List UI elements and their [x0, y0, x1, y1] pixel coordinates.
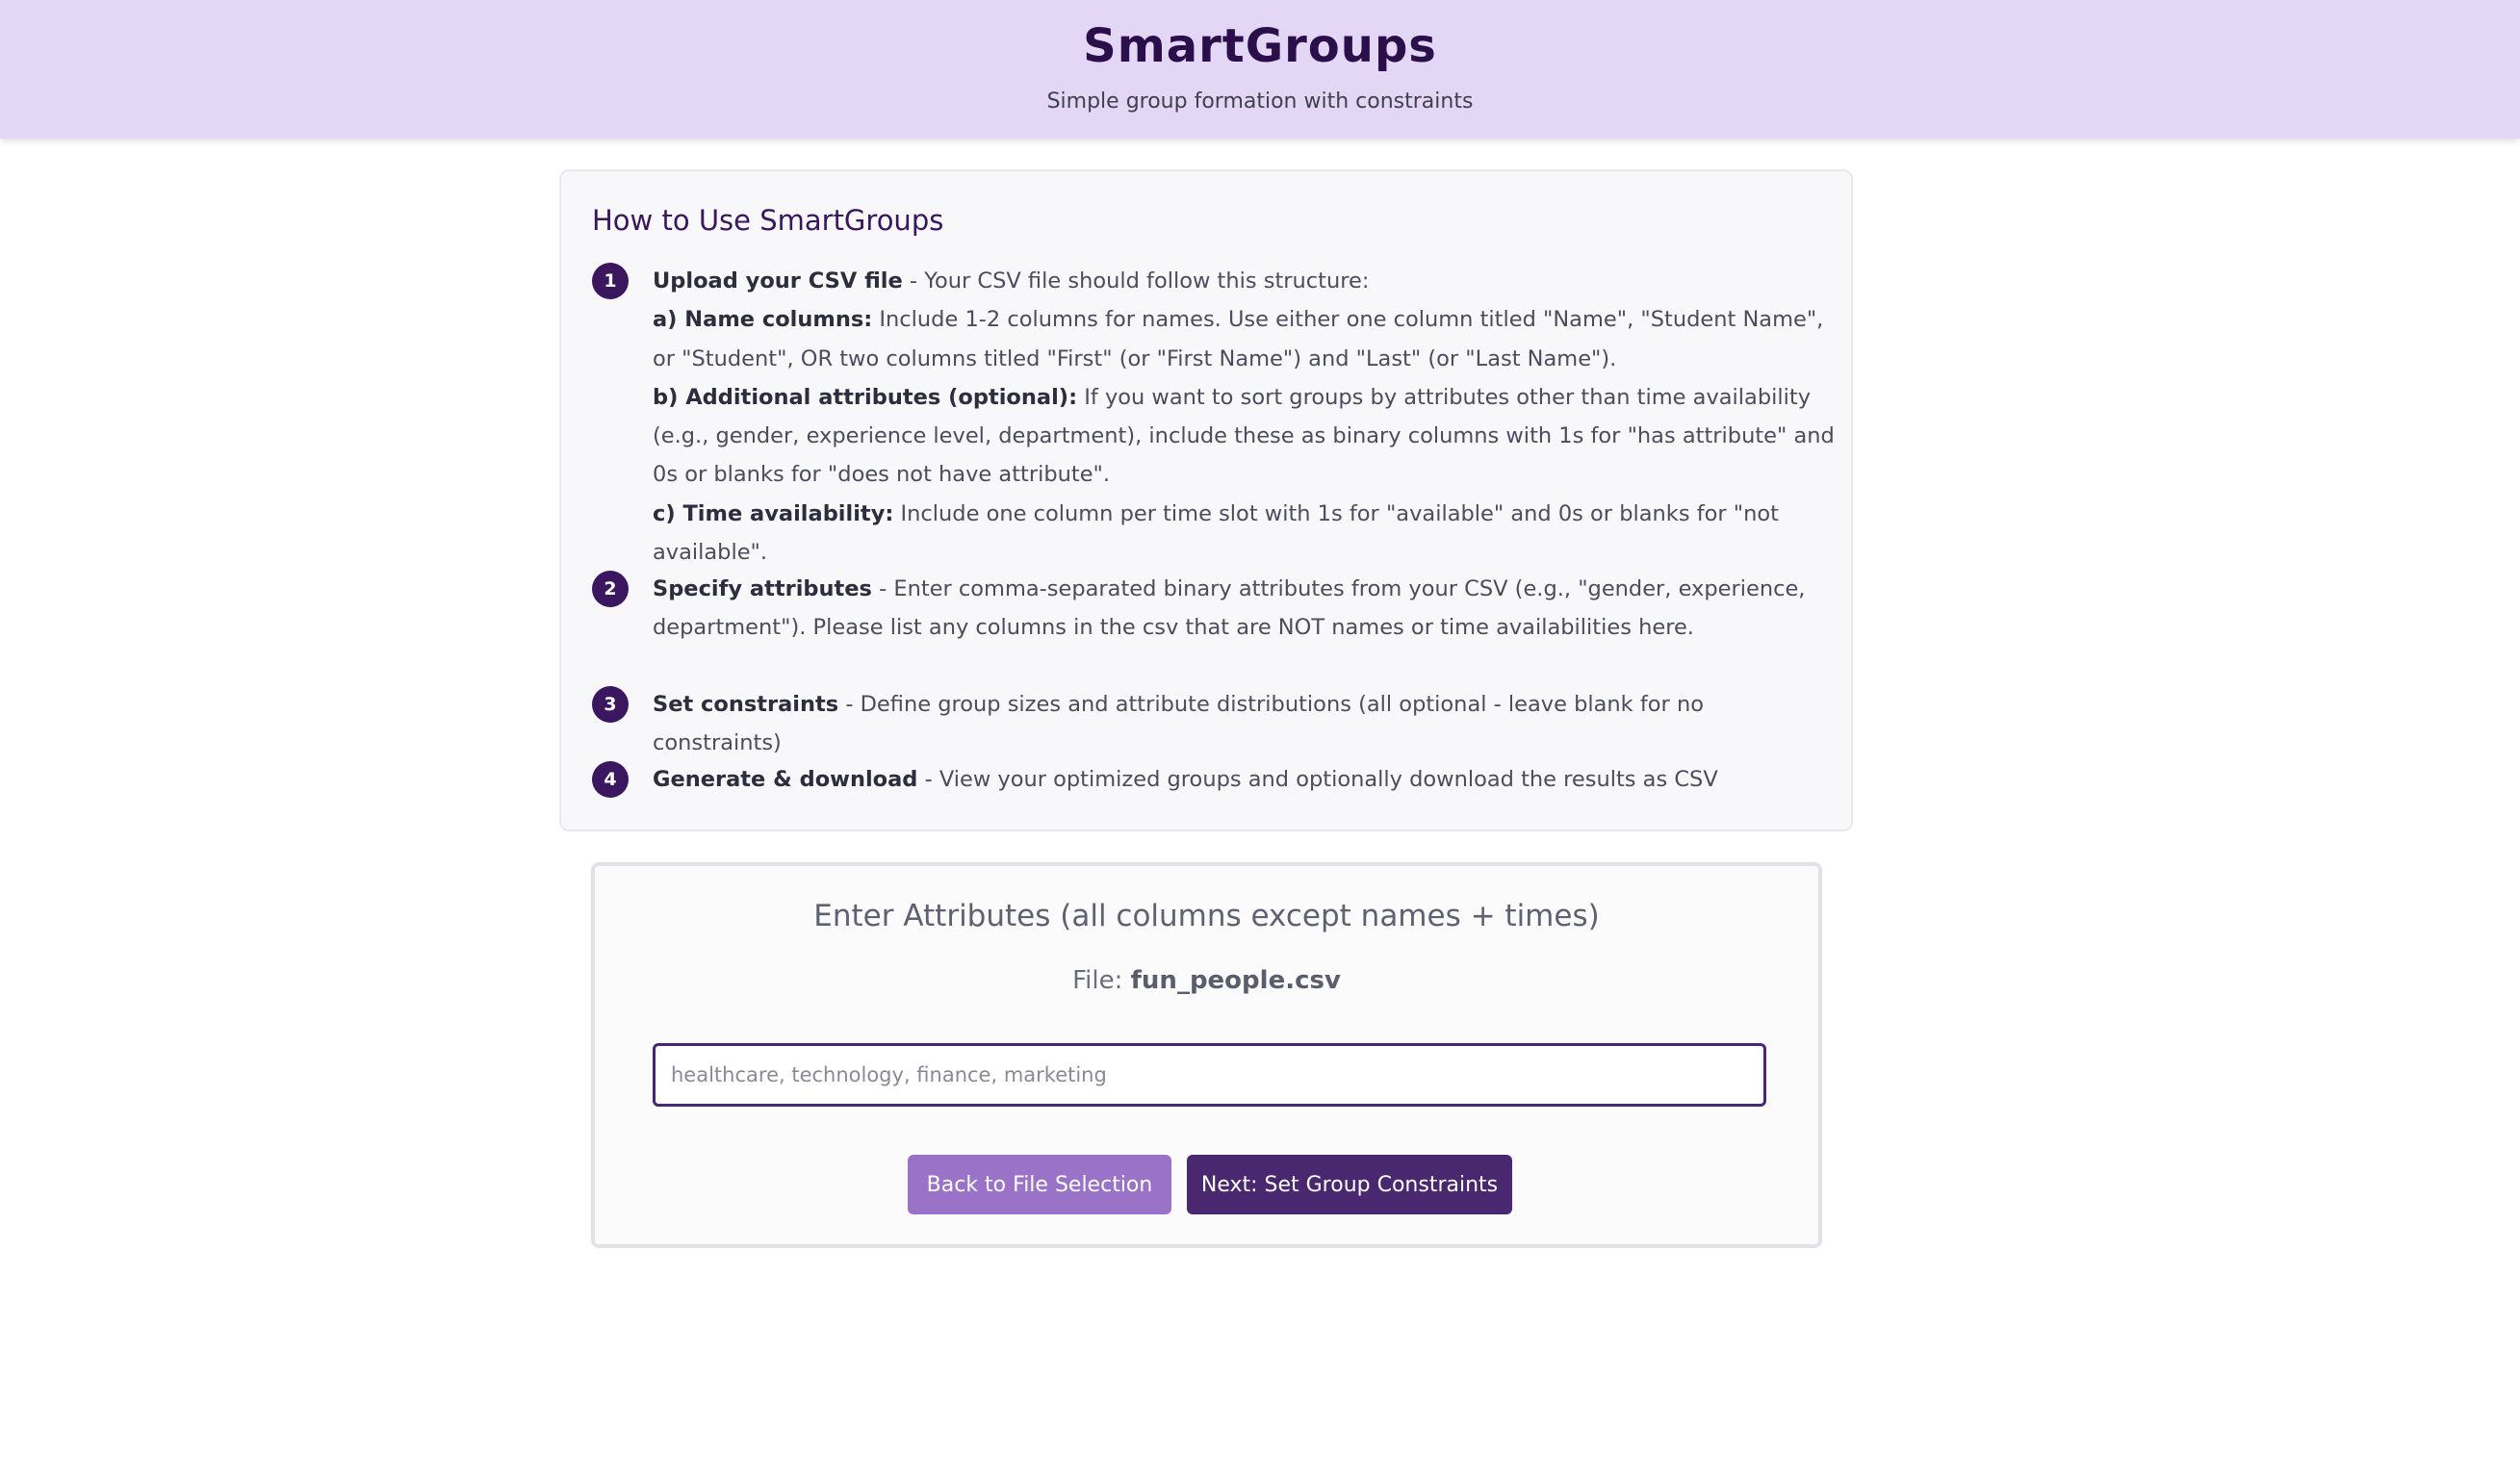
app-title: SmartGroups: [1083, 19, 1437, 73]
step-1-number: 1: [592, 263, 629, 299]
step-1-subitem-b: b) Additional attributes (optional): If …: [653, 378, 1837, 495]
step-1-title: Upload your CSV file: [653, 268, 903, 293]
step-2: Specify attributes - Enter comma-separat…: [653, 570, 1837, 648]
step-1-description: - Your CSV file should follow this struc…: [902, 268, 1370, 293]
step-4-title: Generate & download: [653, 767, 918, 792]
attributes-form-title: Enter Attributes (all columns except nam…: [813, 899, 1600, 933]
step-2-title: Specify attributes: [653, 576, 872, 601]
step-4-description: - View your optimized groups and optiona…: [917, 767, 1718, 792]
step-4-number: 4: [592, 761, 629, 798]
app-header: SmartGroups Simple group formation with …: [0, 0, 2520, 139]
step-2-number: 2: [592, 571, 629, 607]
instructions-card: How to Use SmartGroups 1 Upload your CSV…: [559, 169, 1853, 831]
next-set-group-constraints-button[interactable]: Next: Set Group Constraints: [1187, 1155, 1512, 1214]
file-name: fun_people.csv: [1130, 966, 1341, 995]
step-1-line: Upload your CSV file - Your CSV file sho…: [653, 262, 1837, 300]
subitem-a-title: a) Name columns:: [653, 307, 873, 333]
subitem-b-title: b) Additional attributes (optional):: [653, 384, 1078, 410]
step-4: Generate & download - View your optimize…: [653, 760, 1837, 799]
step-3-number: 3: [592, 686, 629, 723]
back-to-file-selection-button[interactable]: Back to File Selection: [908, 1155, 1171, 1214]
step-1-subitem-a: a) Name columns: Include 1-2 columns for…: [653, 300, 1837, 378]
app-subtitle: Simple group formation with constraints: [1046, 89, 1474, 114]
instructions-title: How to Use SmartGroups: [592, 204, 944, 237]
step-1: Upload your CSV file - Your CSV file sho…: [653, 262, 1837, 572]
file-info: File: fun_people.csv: [595, 966, 1818, 995]
step-1-subitem-c: c) Time availability: Include one column…: [653, 495, 1837, 573]
file-label: File:: [1072, 966, 1123, 995]
attributes-form-card: Enter Attributes (all columns except nam…: [591, 862, 1822, 1248]
step-3-title: Set constraints: [653, 692, 839, 717]
step-3: Set constraints - Define group sizes and…: [653, 685, 1837, 763]
subitem-c-title: c) Time availability:: [653, 500, 894, 526]
attributes-input[interactable]: [653, 1043, 1766, 1107]
